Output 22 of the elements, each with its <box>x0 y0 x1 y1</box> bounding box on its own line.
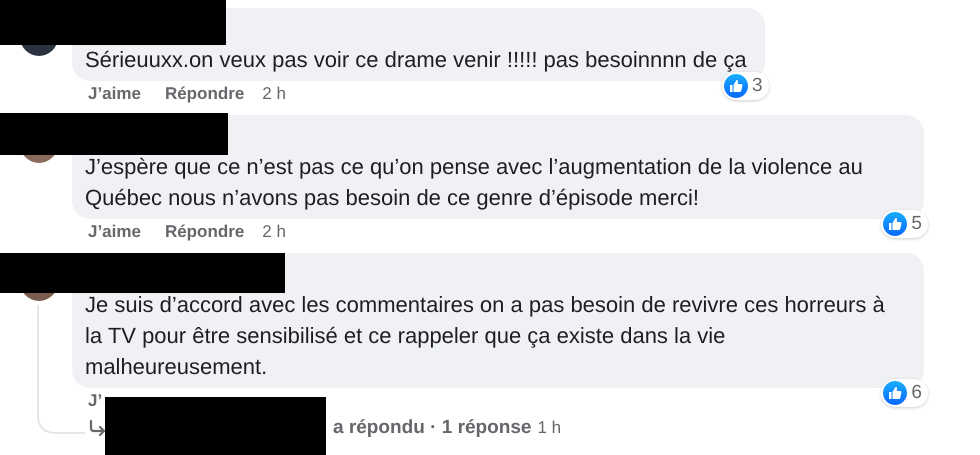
like-icon <box>883 381 908 405</box>
comment-time[interactable]: 2 h <box>262 221 286 243</box>
reaction-badge[interactable]: 3 <box>722 72 769 100</box>
reaction-badge[interactable]: 5 <box>881 210 928 238</box>
like-icon <box>883 212 908 236</box>
reaction-count: 5 <box>911 213 922 235</box>
comment-time[interactable]: 2 h <box>262 83 286 105</box>
comment-text: J’espère que ce n’est pas ce qu’on pense avec l’augmentation de la violence au Québec nous n’avons pas besoin de ce genre d’épisode merci! <box>85 153 864 212</box>
comment-action-link[interactable]: J’aime <box>88 83 141 105</box>
reaction-count: 3 <box>752 75 763 97</box>
reaction-count: 6 <box>911 382 922 404</box>
reply-arrow-icon <box>88 419 108 437</box>
comment-action-link[interactable]: J’aime <box>88 221 141 243</box>
comment-action-link[interactable]: J’ <box>88 390 102 412</box>
comment-text: Je suis d’accord avec les commentaires on a pas besoin de revivre ces horreurs à la TV pour être sensibilisé et ce rappeler que ça existe dans la vie malheureusement. <box>85 291 886 381</box>
comment-text: Sérieuuxx.on veux pas voir ce drame venir !!!!! pas besoinnnn de ça <box>85 46 747 74</box>
comment-action-link[interactable]: Répondre <box>164 221 244 243</box>
like-icon <box>724 74 748 98</box>
replies-link[interactable]: a répondu · 1 réponse <box>333 416 532 440</box>
reply-time: 1 h <box>537 417 562 439</box>
comment-action-link[interactable]: Répondre <box>164 83 244 105</box>
reaction-badge[interactable]: 6 <box>881 379 928 407</box>
